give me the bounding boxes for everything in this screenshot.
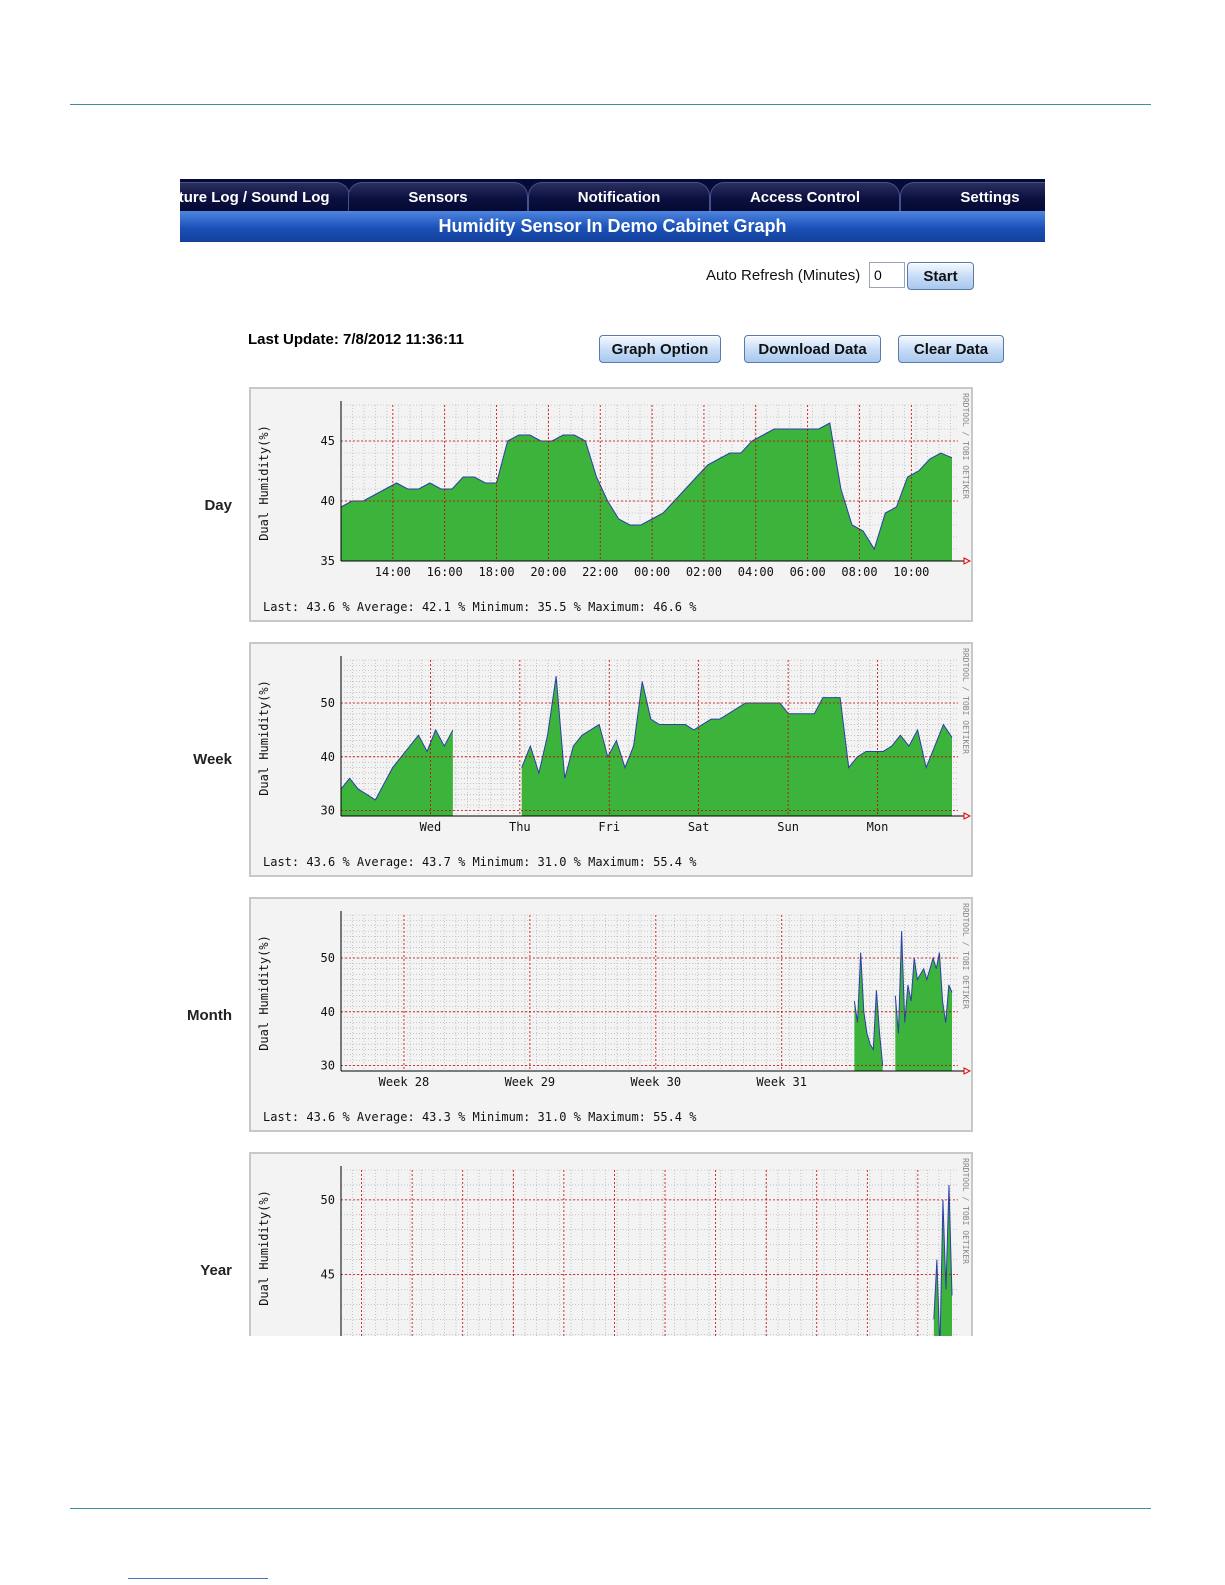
- y-tick-label: 45: [321, 1268, 335, 1282]
- x-tick-label: 22:00: [582, 565, 618, 579]
- y-tick-label: 50: [321, 1193, 335, 1207]
- y-tick-label: 50: [321, 696, 335, 710]
- rrdtool-watermark: RRDTOOL / TOBI OETIKER: [961, 648, 970, 754]
- week-label: Week: [193, 751, 232, 768]
- stats-line: Last: 43.6 % Average: 43.3 % Minimum: 31…: [263, 1110, 697, 1124]
- x-tick-label: 18:00: [478, 565, 514, 579]
- x-tick-label: Week 31: [756, 1075, 807, 1089]
- y-tick-label: 40: [321, 750, 335, 764]
- y-axis-title: Dual Humidity(%): [257, 935, 271, 1051]
- y-tick-label: 30: [321, 804, 335, 818]
- rrdtool-watermark: RRDTOOL / TOBI OETIKER: [961, 393, 970, 499]
- day-label: Day: [204, 497, 232, 514]
- y-tick-label: 40: [321, 1005, 335, 1019]
- humidity-area: [341, 423, 952, 561]
- header-rule: [70, 104, 1151, 105]
- last-update-text: Last Update: 7/8/2012 11:36:11: [248, 331, 464, 348]
- footer-link-underline: [128, 1578, 268, 1579]
- clear-data-button[interactable]: Clear Data: [898, 335, 1004, 363]
- x-tick-label: Week 29: [505, 1075, 556, 1089]
- rrdtool-watermark: RRDTOOL / TOBI OETIKER: [961, 1158, 970, 1264]
- x-tick-label: 20:00: [530, 565, 566, 579]
- tab-picture-log[interactable]: cture Log / Sound Log: [180, 182, 350, 211]
- x-tick-label: 14:00: [375, 565, 411, 579]
- x-tick-label: Week 30: [631, 1075, 682, 1089]
- graph-option-button[interactable]: Graph Option: [599, 335, 721, 363]
- page-title: Humidity Sensor In Demo Cabinet Graph: [180, 211, 1045, 242]
- month-label: Month: [187, 1007, 232, 1024]
- y-axis-title: Dual Humidity(%): [257, 680, 271, 796]
- nav-tabs: cture Log / Sound Log Sensors Notificati…: [180, 179, 1045, 211]
- x-tick-label: 08:00: [841, 565, 877, 579]
- tab-sensors[interactable]: Sensors: [348, 182, 528, 211]
- x-tick-label: Fri: [598, 820, 620, 834]
- year-label: Year: [200, 1262, 232, 1279]
- week-graph-svg: 30 40 50 Wed Thu Fri Sat Sun Mon Dual Humidity(%)…: [257, 648, 971, 869]
- auto-refresh-input[interactable]: [869, 262, 905, 288]
- day-graph: 35 40 45 14:00 16:00 18:00 20:00 22:00 00:00 02:0…: [249, 387, 973, 622]
- y-tick-label: 50: [321, 951, 335, 965]
- download-data-button[interactable]: Download Data: [744, 335, 881, 363]
- x-tick-label: Sat: [688, 820, 710, 834]
- y-tick-label: 45: [321, 434, 335, 448]
- humidity-area: [341, 729, 453, 816]
- stats-line: Last: 43.6 % Average: 42.1 % Minimum: 35…: [263, 600, 697, 614]
- y-axis-title: Dual Humidity(%): [257, 1190, 271, 1306]
- x-tick-label: Wed: [420, 820, 442, 834]
- y-tick-label: 30: [321, 1059, 335, 1073]
- y-axis-title: Dual Humidity(%): [257, 425, 271, 541]
- x-axis-arrow: [963, 1067, 971, 1075]
- year-graph-svg: 404550Dual Humidity(%) RRDTOOL / TOBI OET…: [257, 1158, 970, 1336]
- stats-line: Last: 43.6 % Average: 43.7 % Minimum: 31…: [263, 855, 697, 869]
- y-tick-label: 35: [321, 554, 335, 568]
- tab-settings[interactable]: Settings: [900, 182, 1045, 211]
- tab-access-control[interactable]: Access Control: [710, 182, 900, 211]
- x-tick-label: Week 28: [379, 1075, 430, 1089]
- y-tick-label: 40: [321, 494, 335, 508]
- x-tick-label: 02:00: [686, 565, 722, 579]
- x-tick-label: 06:00: [790, 565, 826, 579]
- week-graph: 30 40 50 Wed Thu Fri Sat Sun Mon Dual Humidity(%)…: [249, 642, 973, 877]
- footer-rule: [70, 1508, 1151, 1509]
- x-axis-arrow: [963, 557, 971, 565]
- x-tick-label: Mon: [867, 820, 889, 834]
- auto-refresh-label: Auto Refresh (Minutes): [706, 267, 861, 284]
- x-tick-label: 10:00: [893, 565, 929, 579]
- day-graph-svg: 35 40 45 14:00 16:00 18:00 20:00 22:00 00:00 02:0…: [257, 393, 971, 614]
- x-tick-label: 00:00: [634, 565, 670, 579]
- x-tick-label: Sun: [777, 820, 799, 834]
- month-graph: 30 40 50 Week 28 Week 29 Week 30 Week 31 Dual H…: [249, 897, 973, 1132]
- start-button[interactable]: Start: [907, 262, 974, 290]
- app-window: cture Log / Sound Log Sensors Notificati…: [180, 179, 1045, 1336]
- x-tick-label: 16:00: [427, 565, 463, 579]
- x-axis-arrow: [963, 812, 971, 820]
- tab-notification[interactable]: Notification: [528, 182, 710, 211]
- month-graph-svg: 30 40 50 Week 28 Week 29 Week 30 Week 31 Dual H…: [257, 903, 971, 1124]
- x-tick-label: 04:00: [738, 565, 774, 579]
- rrdtool-watermark: RRDTOOL / TOBI OETIKER: [961, 903, 970, 1009]
- x-tick-label: Thu: [509, 820, 531, 834]
- year-graph: 40 45 50 Dual Humidity(%) RRDTOOL / TOBI OET…: [249, 1152, 973, 1336]
